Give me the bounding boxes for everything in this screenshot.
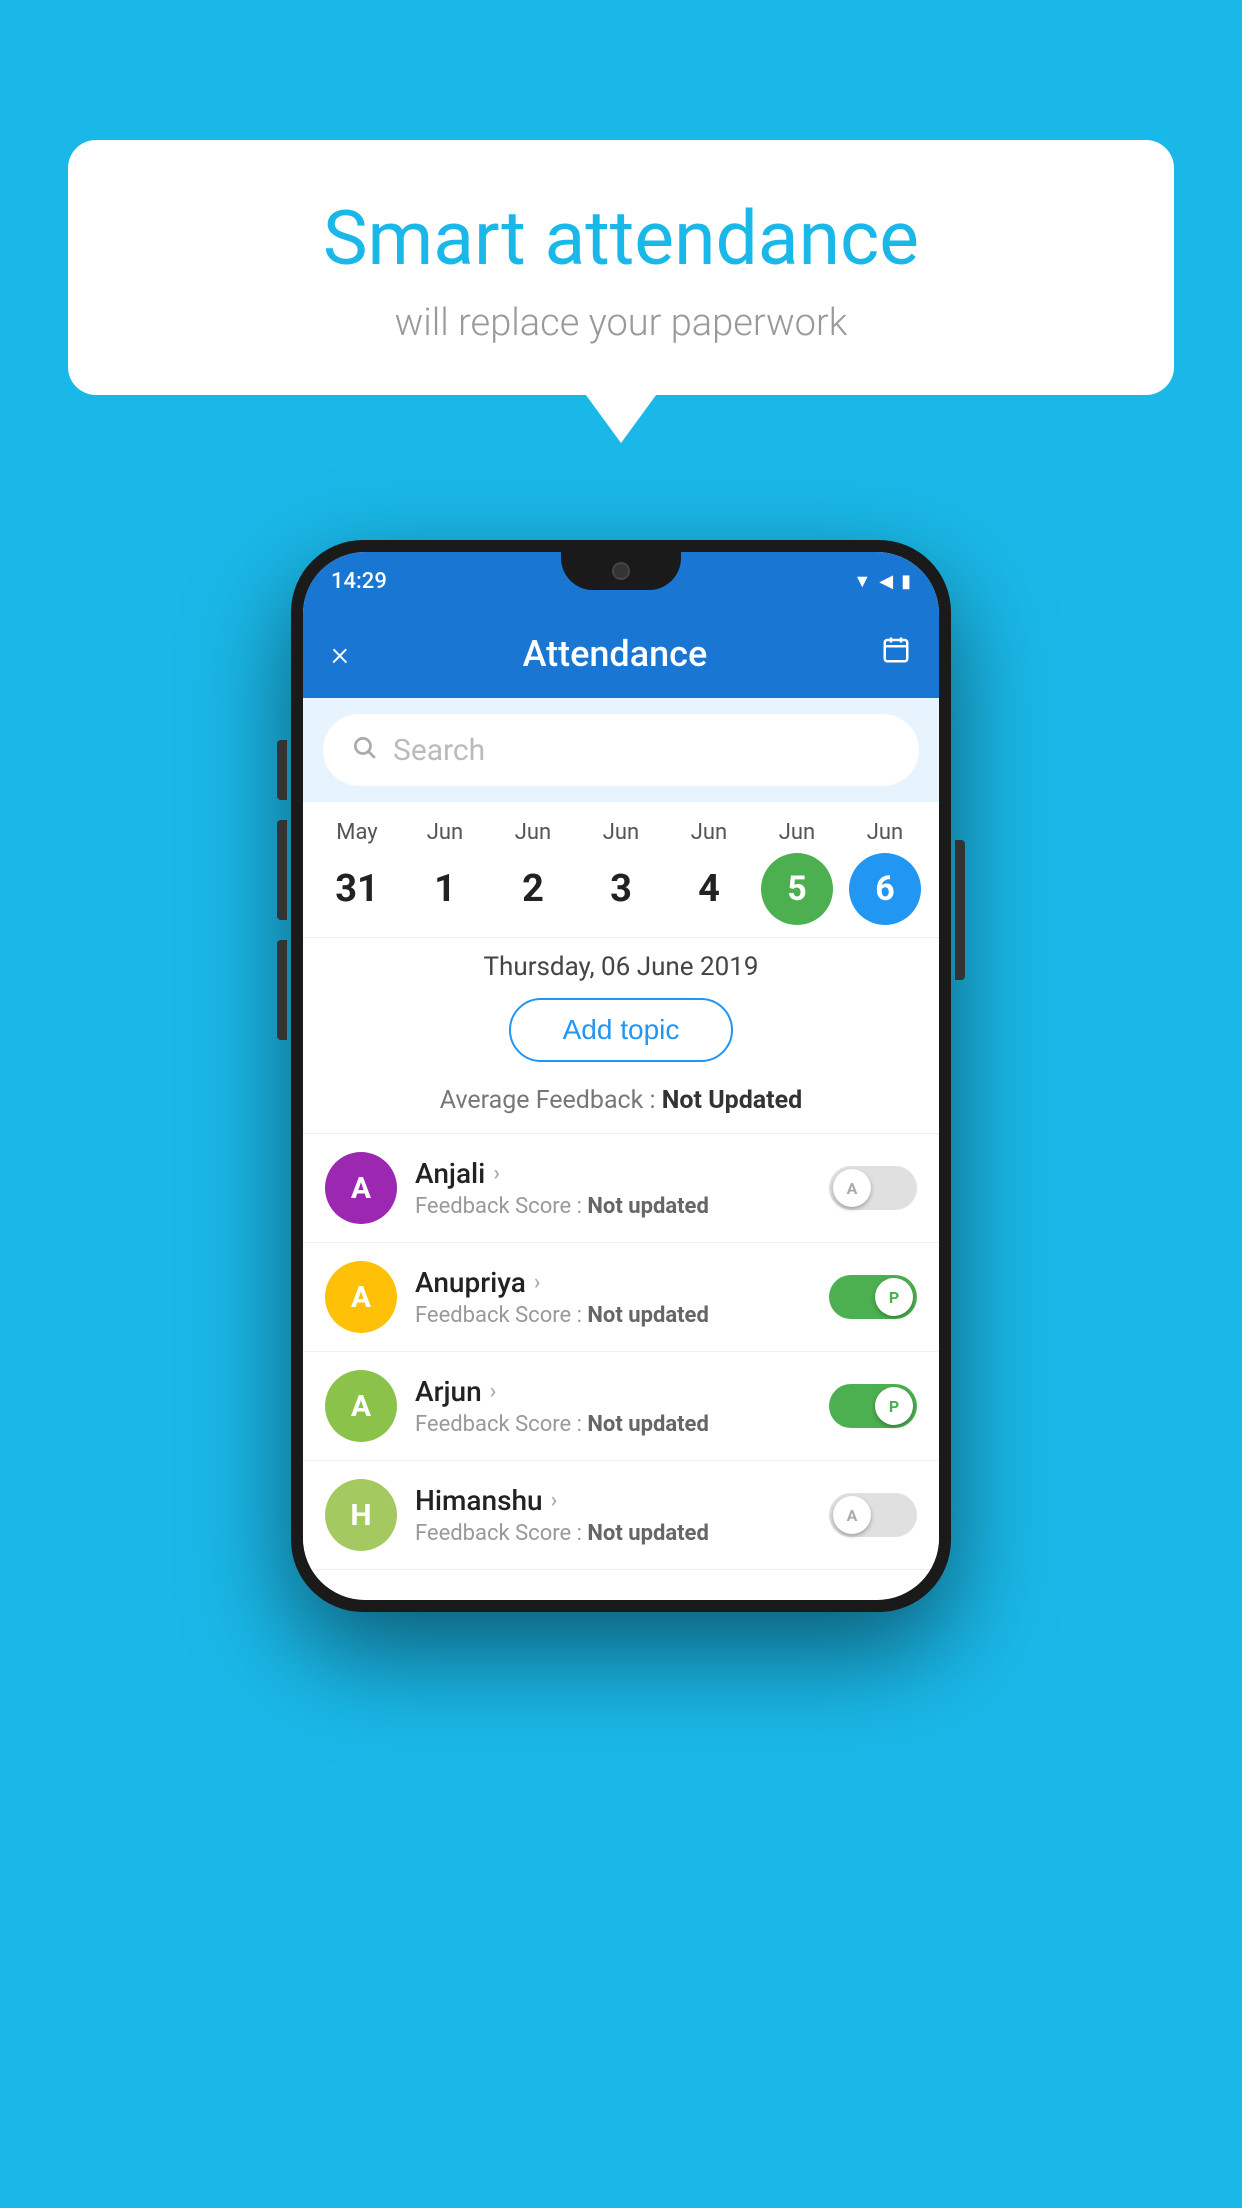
app-toolbar: × Attendance — [303, 610, 939, 698]
feedback-score: Feedback Score : Not updated — [415, 1303, 811, 1328]
chevron-icon: › — [551, 1488, 558, 1513]
cal-month: May — [336, 820, 377, 845]
toggle-knob: P — [875, 1278, 913, 1316]
student-item[interactable]: A Anjali › Feedback Score : Not updated A — [303, 1134, 939, 1243]
cal-date[interactable]: 4 — [673, 853, 745, 925]
student-info: Arjun › Feedback Score : Not updated — [415, 1375, 811, 1437]
cal-date[interactable]: 5 — [761, 853, 833, 925]
cal-date[interactable]: 2 — [497, 853, 569, 925]
student-info: Himanshu › Feedback Score : Not updated — [415, 1484, 811, 1546]
search-icon — [351, 734, 377, 767]
close-button[interactable]: × — [331, 634, 349, 674]
toggle-knob: A — [833, 1496, 871, 1534]
avg-feedback: Average Feedback : Not Updated — [303, 1078, 939, 1134]
speech-bubble-container: Smart attendance will replace your paper… — [68, 140, 1174, 395]
phone-side-button-power — [277, 740, 287, 800]
student-info: Anjali › Feedback Score : Not updated — [415, 1157, 811, 1219]
feedback-score: Feedback Score : Not updated — [415, 1521, 811, 1546]
student-name: Himanshu › — [415, 1484, 811, 1517]
avatar: A — [325, 1152, 397, 1224]
cal-date[interactable]: 31 — [321, 853, 393, 925]
student-item[interactable]: A Arjun › Feedback Score : Not updated P — [303, 1352, 939, 1461]
attendance-toggle[interactable]: P — [829, 1384, 917, 1428]
phone-side-button-vol-down — [277, 940, 287, 1040]
status-bar: 14:29 ▼ ◀ ▮ — [303, 552, 939, 610]
calendar-icon[interactable] — [881, 635, 911, 673]
cal-month: Jun — [779, 820, 815, 845]
feedback-score: Feedback Score : Not updated — [415, 1194, 811, 1219]
student-list: A Anjali › Feedback Score : Not updated A … — [303, 1134, 939, 1570]
search-placeholder: Search — [393, 733, 485, 768]
avatar: A — [325, 1261, 397, 1333]
chevron-icon: › — [490, 1379, 497, 1404]
student-name: Arjun › — [415, 1375, 811, 1408]
toggle-on[interactable]: P — [829, 1275, 917, 1319]
bottom-fade — [303, 1570, 939, 1600]
cal-date[interactable]: 3 — [585, 853, 657, 925]
calendar-strip: May 31 Jun 1 Jun 2 Jun 3 Jun 4 Jun 5 Jun 6 — [303, 802, 939, 937]
toggle-on[interactable]: P — [829, 1384, 917, 1428]
calendar-day[interactable]: Jun 5 — [758, 820, 836, 925]
wifi-icon: ▼ — [853, 571, 871, 592]
selected-date-label: Thursday, 06 June 2019 — [303, 937, 939, 990]
search-bar[interactable]: Search — [323, 714, 919, 786]
toggle-knob: A — [833, 1169, 871, 1207]
cal-month: Jun — [515, 820, 551, 845]
speech-bubble: Smart attendance will replace your paper… — [68, 140, 1174, 395]
calendar-day[interactable]: Jun 2 — [494, 820, 572, 925]
calendar-day[interactable]: Jun 4 — [670, 820, 748, 925]
attendance-toggle[interactable]: P — [829, 1275, 917, 1319]
attendance-toggle[interactable]: A — [829, 1493, 917, 1537]
student-item[interactable]: HHimanshu ›Feedback Score : Not updated … — [303, 1461, 939, 1570]
camera — [612, 562, 630, 580]
calendar-day[interactable]: May 31 — [318, 820, 396, 925]
phone-container: 14:29 ▼ ◀ ▮ × Attendance — [291, 540, 951, 1612]
student-info: Anupriya › Feedback Score : Not updated — [415, 1266, 811, 1328]
phone-notch — [561, 552, 681, 590]
toggle-off[interactable]: A — [829, 1493, 917, 1537]
calendar-day[interactable]: Jun 3 — [582, 820, 660, 925]
cal-month: Jun — [603, 820, 639, 845]
calendar-day[interactable]: Jun 1 — [406, 820, 484, 925]
chevron-icon: › — [493, 1161, 500, 1186]
student-item[interactable]: AAnupriya ›Feedback Score : Not updated … — [303, 1243, 939, 1352]
battery-icon: ▮ — [901, 571, 911, 592]
toolbar-title: Attendance — [523, 633, 708, 675]
cal-date[interactable]: 6 — [849, 853, 921, 925]
search-bar-container: Search — [303, 698, 939, 802]
feedback-score: Feedback Score : Not updated — [415, 1412, 811, 1437]
calendar-day[interactable]: Jun 6 — [846, 820, 924, 925]
phone-screen: 14:29 ▼ ◀ ▮ × Attendance — [303, 552, 939, 1600]
cal-date[interactable]: 1 — [409, 853, 481, 925]
status-time: 14:29 — [331, 569, 387, 594]
phone-side-button-right — [955, 840, 965, 980]
avg-feedback-value: Not Updated — [662, 1086, 802, 1115]
avg-feedback-label: Average Feedback : — [440, 1086, 656, 1115]
toggle-off[interactable]: A — [829, 1166, 917, 1210]
student-name: Anupriya › — [415, 1266, 811, 1299]
toggle-knob: P — [875, 1387, 913, 1425]
cal-month: Jun — [867, 820, 903, 845]
attendance-toggle[interactable]: A — [829, 1166, 917, 1210]
signal-icon: ◀ — [879, 571, 893, 592]
cal-month: Jun — [427, 820, 463, 845]
avatar: A — [325, 1370, 397, 1442]
add-topic-button[interactable]: Add topic — [509, 998, 734, 1062]
cal-month: Jun — [691, 820, 727, 845]
student-name: Anjali › — [415, 1157, 811, 1190]
bubble-subtitle: will replace your paperwork — [128, 301, 1114, 345]
status-icons: ▼ ◀ ▮ — [853, 571, 911, 592]
phone-side-button-vol-up — [277, 820, 287, 920]
bubble-title: Smart attendance — [128, 195, 1114, 283]
chevron-icon: › — [534, 1270, 541, 1295]
add-topic-container: Add topic — [303, 990, 939, 1078]
phone-outer: 14:29 ▼ ◀ ▮ × Attendance — [291, 540, 951, 1612]
avatar: H — [325, 1479, 397, 1551]
